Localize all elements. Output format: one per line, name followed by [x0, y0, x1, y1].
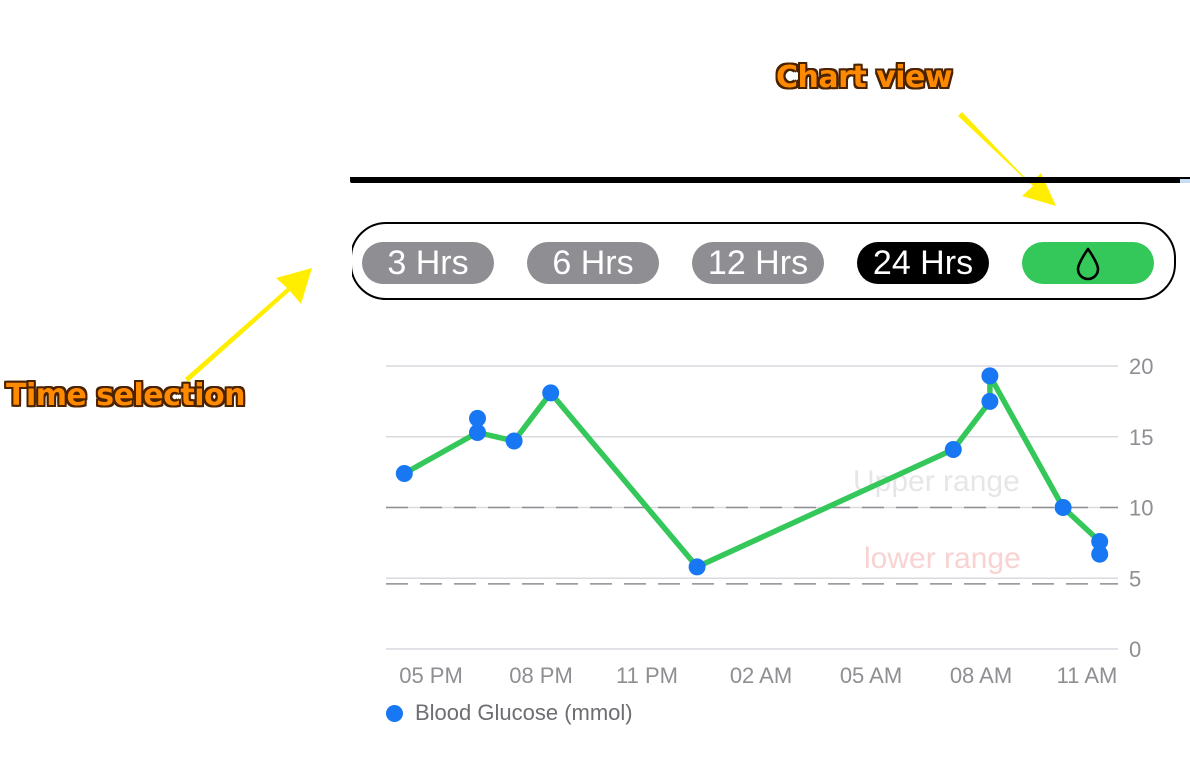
glucose-data-point: [981, 367, 999, 385]
legend-label: Blood Glucose (mmol): [415, 700, 633, 725]
x-tick-label: 11 AM: [1057, 663, 1118, 688]
y-tick-label: 15: [1129, 425, 1153, 450]
x-tick-label: 05 PM: [399, 663, 463, 688]
glucose-data-point: [469, 424, 486, 442]
lower-range-label: lower range: [864, 542, 1021, 575]
x-tick-label: 08 AM: [950, 663, 1012, 688]
glucose-data-point: [395, 465, 413, 483]
x-tick-label: 05 AM: [840, 663, 902, 688]
legend-marker: [386, 704, 403, 722]
chart-legend: Blood Glucose (mmol): [386, 699, 633, 727]
y-tick-label: 5: [1129, 566, 1141, 591]
glucose-data-point: [1091, 545, 1109, 563]
glucose-data-point: [981, 392, 999, 410]
y-tick-label: 10: [1129, 496, 1153, 521]
glucose-data-point: [688, 558, 706, 576]
y-tick-label: 0: [1129, 637, 1141, 662]
blood-glucose-chart: Upper rangelower range 0510152005 PM 08 P…: [386, 354, 1153, 688]
x-tick-label: 08 PM: [509, 663, 573, 688]
glucose-data-point: [944, 440, 962, 458]
glucose-data-point: [505, 432, 523, 450]
glucose-data-point: [542, 384, 560, 402]
x-tick-label: 02 AM: [730, 663, 792, 688]
glucose-data-point: [1054, 499, 1072, 516]
y-tick-label: 20: [1129, 354, 1153, 379]
x-tick-label: 11 PM: [616, 663, 678, 688]
